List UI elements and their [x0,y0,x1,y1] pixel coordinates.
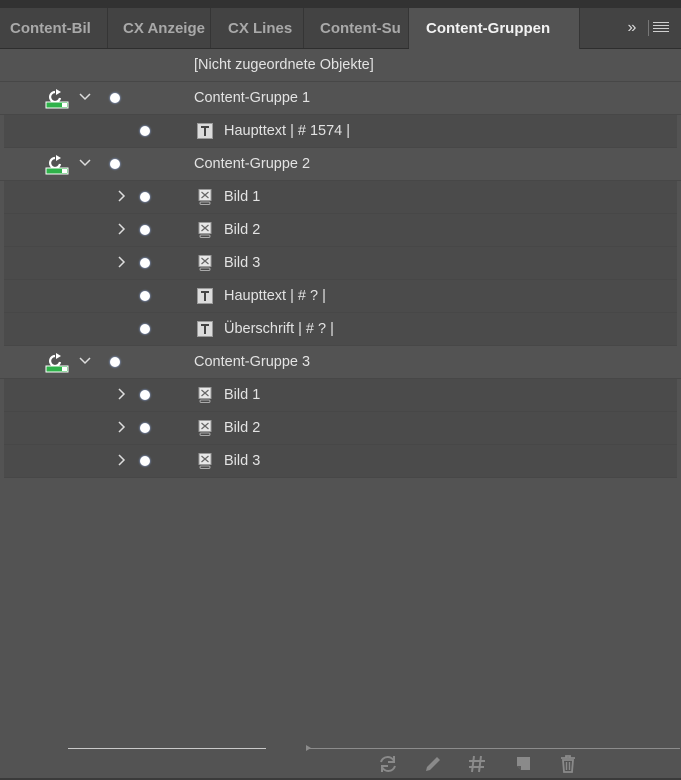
visibility-dot[interactable] [140,291,150,301]
list-item[interactable]: Haupttext | # 1574 | [4,115,677,148]
text-frame-icon [197,123,213,139]
list-item[interactable]: Bild 1 [4,379,677,412]
chevron-right-icon[interactable] [115,387,129,401]
visibility-dot[interactable] [140,423,150,433]
sync-icon[interactable] [44,155,70,175]
list-item-label: Bild 3 [224,453,261,469]
list-item-label: Haupttext | # ? | [224,288,326,304]
footer-divider-left [68,748,266,749]
sync-icon[interactable] [44,353,70,373]
list-item-label: Überschrift | # ? | [224,321,334,337]
chevron-right-icon[interactable] [115,420,129,434]
group-row[interactable]: Content-Gruppe 1 [0,82,681,115]
list-item-unassigned[interactable]: [Nicht zugeordnete Objekte] [0,49,681,82]
panel-top-edge [0,0,681,8]
tab-bar: Content-Bil CX Anzeige CX Lines Content-… [0,8,681,49]
text-frame-icon [197,321,213,337]
visibility-dot[interactable] [140,456,150,466]
visibility-dot[interactable] [140,324,150,334]
tab-overflow-button[interactable]: » [619,8,645,48]
list-item-label: Bild 2 [224,420,261,436]
tab-cx-anzeige[interactable]: CX Anzeige [108,8,211,48]
chevron-down-icon[interactable] [78,90,92,104]
list-item[interactable]: Bild 1 [4,181,677,214]
hash-icon[interactable] [466,753,488,775]
list-item[interactable]: Haupttext | # ? | [4,280,677,313]
image-frame-icon [198,387,212,403]
visibility-dot[interactable] [140,258,150,268]
group-label: Content-Gruppe 1 [194,90,311,106]
image-frame-icon [198,189,212,205]
content-group-list: [Nicht zugeordnete Objekte] Content-Grup… [0,49,681,478]
visibility-dot[interactable] [110,93,120,103]
image-frame-icon [198,255,212,271]
visibility-dot[interactable] [110,357,120,367]
list-item-label: Bild 2 [224,222,261,238]
tab-cx-lines[interactable]: CX Lines [211,8,304,48]
list-item[interactable]: Überschrift | # ? | [4,313,677,346]
chevron-right-icon[interactable] [115,189,129,203]
visibility-dot[interactable] [140,126,150,136]
chevron-down-icon[interactable] [78,156,92,170]
tab-divider [648,20,649,36]
refresh-icon[interactable] [377,753,399,775]
text-frame-icon [197,288,213,304]
list-item-label: Bild 1 [224,189,261,205]
chevron-right-icon[interactable] [115,255,129,269]
list-item[interactable]: Bild 2 [4,412,677,445]
list-item[interactable]: Bild 3 [4,247,677,280]
list-item-label: Bild 1 [224,387,261,403]
footer-divider-right [306,745,680,751]
list-item-label: [Nicht zugeordnete Objekte] [194,57,374,73]
list-item-label: Haupttext | # 1574 | [224,123,351,139]
image-frame-icon [198,453,212,469]
tab-content-suche[interactable]: Content-Su [304,8,409,48]
chevron-right-icon[interactable] [115,453,129,467]
visibility-dot[interactable] [140,390,150,400]
visibility-dot[interactable] [140,192,150,202]
image-frame-icon [198,222,212,238]
list-item[interactable]: Bild 3 [4,445,677,478]
visibility-dot[interactable] [140,225,150,235]
group-row[interactable]: Content-Gruppe 2 [0,148,681,181]
trash-icon[interactable] [557,753,579,775]
sync-icon[interactable] [44,89,70,109]
list-item[interactable]: Bild 2 [4,214,677,247]
panel-menu-icon[interactable] [653,22,669,34]
new-page-icon[interactable] [512,753,534,775]
list-item-label: Bild 3 [224,255,261,271]
group-label: Content-Gruppe 2 [194,156,311,172]
group-label: Content-Gruppe 3 [194,354,311,370]
chevron-right-icon[interactable] [115,222,129,236]
chevron-down-icon[interactable] [78,354,92,368]
group-row[interactable]: Content-Gruppe 3 [0,346,681,379]
image-frame-icon [198,420,212,436]
tab-content-bilder[interactable]: Content-Bil [0,8,108,48]
visibility-dot[interactable] [110,159,120,169]
tab-content-gruppen[interactable]: Content-Gruppen [409,8,580,49]
pencil-icon[interactable] [422,753,444,775]
